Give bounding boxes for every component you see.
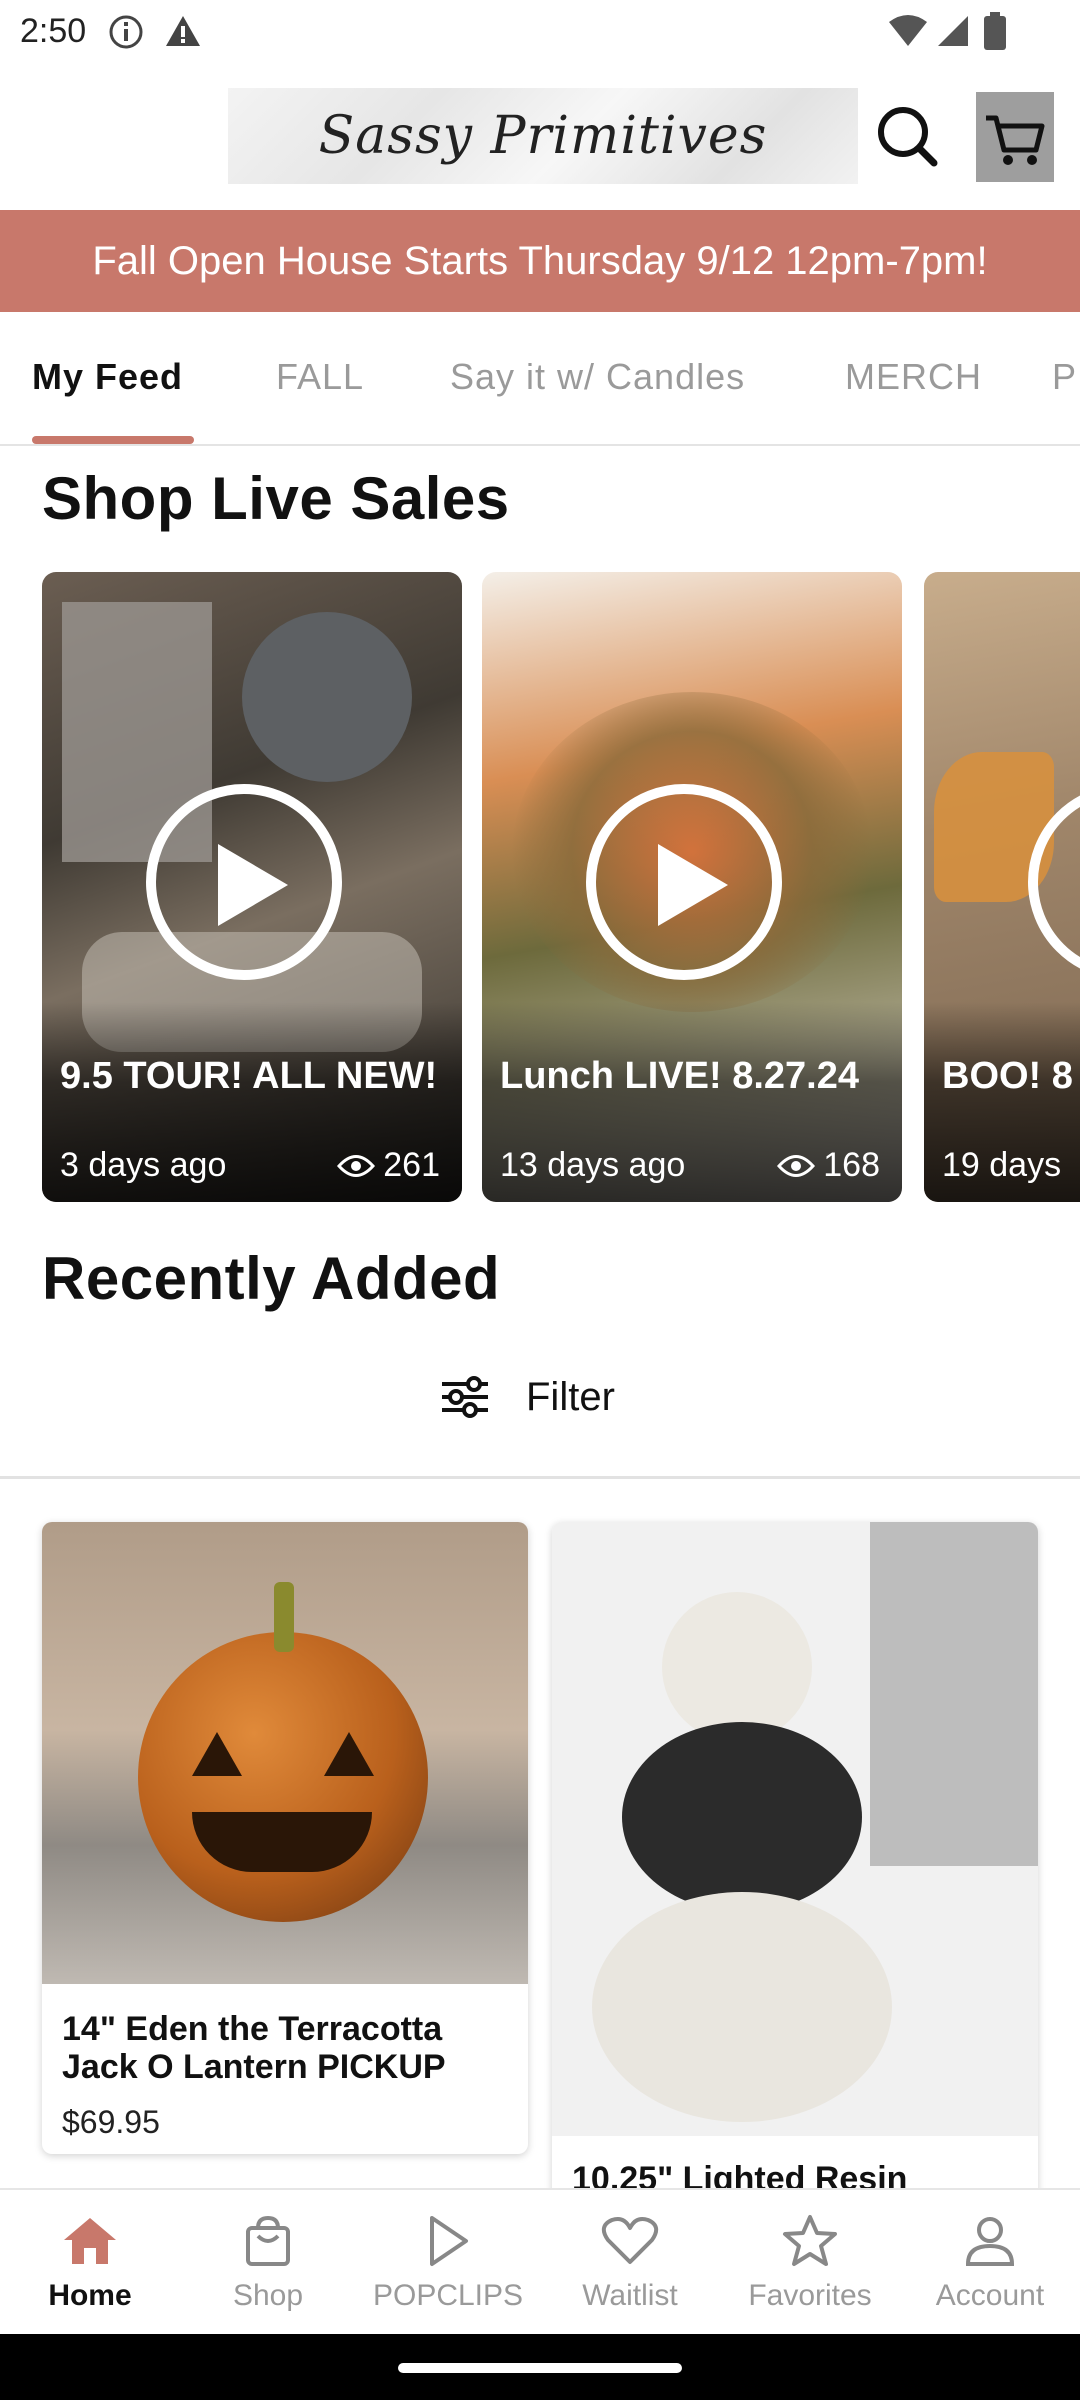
live-sale-title: BOO! 8 FALL LI xyxy=(942,1055,1080,1097)
nav-waitlist[interactable]: Waitlist xyxy=(540,2214,720,2313)
live-sale-views: 168 xyxy=(777,1146,880,1185)
cart-button[interactable] xyxy=(976,92,1054,182)
eye-icon xyxy=(777,1154,816,1177)
info-icon xyxy=(109,15,143,49)
variant-inset-image xyxy=(870,1522,1038,1866)
filter-label: Filter xyxy=(526,1374,615,1419)
nav-label: Favorites xyxy=(748,2279,872,2312)
filter-bar: Filter xyxy=(0,1340,1080,1479)
play-button[interactable] xyxy=(146,784,342,980)
play-icon xyxy=(658,844,728,926)
home-icon xyxy=(64,2218,116,2264)
tab-partial[interactable]: P xyxy=(1052,356,1077,398)
nav-label: Shop xyxy=(232,2279,304,2312)
nav-shop[interactable]: Shop xyxy=(178,2214,358,2313)
live-sale-title: Lunch LIVE! 8.27.24 xyxy=(500,1055,859,1097)
filter-button[interactable]: Filter xyxy=(440,1374,615,1420)
live-sales-title: Shop Live Sales xyxy=(42,465,510,532)
bottom-nav: Home Shop POPCLIPS Waitlist Favorites Ac… xyxy=(0,2188,1080,2336)
nav-label: Home xyxy=(48,2279,132,2312)
product-image xyxy=(42,1522,528,1984)
product-card[interactable]: 10.25" Lighted Resin xyxy=(552,1522,1038,2202)
tab-merch[interactable]: MERCH xyxy=(845,356,982,398)
person-icon xyxy=(965,2217,1015,2266)
view-count: 261 xyxy=(383,1146,440,1184)
product-card[interactable]: 14" Eden the Terracotta Jack O Lantern P… xyxy=(42,1522,528,2154)
signal-icon xyxy=(938,16,968,46)
shopping-bag-icon xyxy=(246,2215,290,2266)
view-count: 168 xyxy=(823,1146,880,1184)
category-tabs: My Feed FALL Say it w/ Candles MERCH P xyxy=(0,312,1080,446)
search-button[interactable] xyxy=(872,96,942,176)
nav-favorites[interactable]: Favorites xyxy=(720,2214,900,2313)
cart-icon xyxy=(986,115,1045,165)
live-sale-time: 13 days ago xyxy=(500,1146,686,1184)
nav-home[interactable]: Home xyxy=(0,2214,180,2313)
play-icon xyxy=(218,844,288,926)
wifi-icon xyxy=(889,15,927,46)
live-sale-time: 3 days ago xyxy=(60,1146,227,1184)
status-bar: 2:50 xyxy=(0,0,1080,64)
nav-account[interactable]: Account xyxy=(900,2214,1080,2313)
nav-label: Account xyxy=(935,2279,1045,2312)
live-sale-card[interactable]: 9.5 TOUR! ALL NEW! 3 days ago 261 xyxy=(42,572,462,1202)
home-gesture-handle[interactable] xyxy=(398,2363,682,2373)
product-price: $69.95 xyxy=(62,2104,160,2140)
product-image xyxy=(552,1522,1038,2136)
nav-label: Waitlist xyxy=(582,2279,678,2312)
tab-fall[interactable]: FALL xyxy=(276,356,364,398)
store-logo-text: Sassy Primitives xyxy=(318,106,768,166)
recently-added-title: Recently Added xyxy=(42,1245,501,1312)
active-tab-indicator xyxy=(32,436,194,444)
live-sale-time: 19 days xyxy=(942,1146,1062,1184)
white-pumpkin-bottom xyxy=(592,1892,892,2122)
tab-my-feed[interactable]: My Feed xyxy=(32,356,183,398)
tab-say-it-with-candles[interactable]: Say it w/ Candles xyxy=(450,356,745,398)
store-logo[interactable]: Sassy Primitives xyxy=(228,88,858,184)
product-name: 14" Eden the Terracotta Jack O Lantern P… xyxy=(62,2010,446,2086)
banner-text: Fall Open House Starts Thursday 9/12 12p… xyxy=(92,238,988,283)
sliders-icon xyxy=(442,1376,488,1418)
nav-popclips[interactable]: POPCLIPS xyxy=(358,2214,538,2313)
live-sale-views: 261 xyxy=(337,1146,440,1185)
nav-label: POPCLIPS xyxy=(372,2279,524,2312)
play-icon xyxy=(430,2216,468,2266)
pumpkin-shape xyxy=(138,1632,428,1922)
search-icon xyxy=(878,107,938,167)
live-sale-card[interactable]: Lunch LIVE! 8.27.24 13 days ago 168 xyxy=(482,572,902,1202)
video-thumbnail-plate xyxy=(242,612,412,782)
star-icon xyxy=(783,2215,837,2266)
play-button[interactable] xyxy=(586,784,782,980)
black-pumpkin xyxy=(622,1722,862,1912)
warning-icon xyxy=(166,16,200,46)
pumpkin-stem xyxy=(274,1582,294,1652)
live-sale-card[interactable]: BOO! 8 FALL LI 19 days xyxy=(924,572,1080,1202)
white-pumpkin-top xyxy=(662,1592,812,1742)
heart-icon xyxy=(601,2217,659,2264)
announcement-banner[interactable]: Fall Open House Starts Thursday 9/12 12p… xyxy=(0,210,1080,312)
battery-icon xyxy=(984,12,1006,50)
eye-icon xyxy=(337,1154,376,1177)
status-time: 2:50 xyxy=(20,12,87,50)
live-sale-title: 9.5 TOUR! ALL NEW! xyxy=(60,1055,438,1097)
